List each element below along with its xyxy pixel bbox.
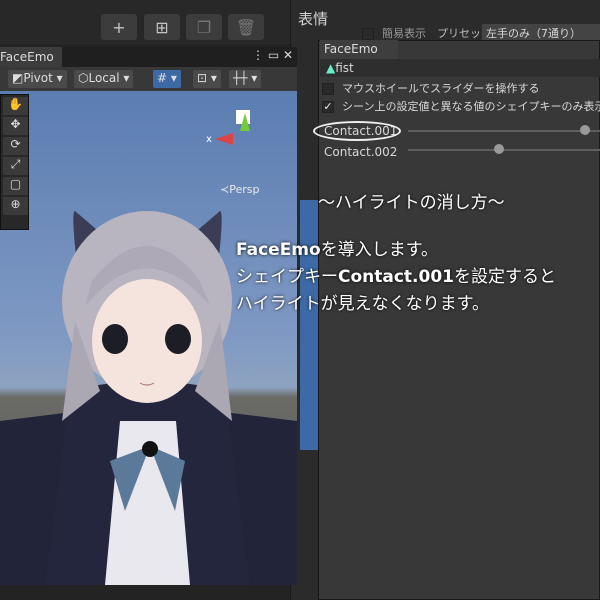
trash-icon: 🗑 bbox=[235, 17, 257, 37]
caption-line2: シェイプキーContact.001を設定すると bbox=[236, 267, 557, 287]
shapekey-slider[interactable] bbox=[408, 149, 600, 151]
ruler-icon: ┼┼ bbox=[233, 71, 248, 85]
simple-display-toggle[interactable]: 簡易表示 bbox=[362, 25, 426, 41]
tab-faceemo[interactable]: FaceEmo bbox=[0, 47, 62, 67]
new-file-button[interactable]: + bbox=[101, 14, 137, 40]
new-file-icon: + bbox=[112, 17, 126, 37]
option-mousewheel[interactable]: マウスホイールでスライダーを操作する bbox=[322, 80, 540, 96]
slider-knob[interactable] bbox=[494, 144, 504, 154]
move-tool[interactable]: ✥ bbox=[3, 117, 28, 135]
rotate-tool[interactable]: ⟳ bbox=[3, 137, 28, 155]
persp-label[interactable]: ≺Persp bbox=[220, 183, 259, 196]
caption-line3: ハイライトが見えなくなります。 bbox=[236, 294, 489, 314]
highlight-circle bbox=[313, 121, 401, 141]
scale-tool[interactable]: ⤢ bbox=[3, 157, 28, 175]
copy-button[interactable]: ❐ bbox=[186, 14, 222, 40]
snap-button[interactable]: ⊡ ▾ bbox=[193, 70, 221, 88]
popup-tab-faceemo[interactable]: FaceEmo bbox=[320, 40, 398, 59]
slider-knob[interactable] bbox=[580, 125, 590, 135]
new-folder-button[interactable]: ⊞ bbox=[144, 14, 180, 40]
magnet-icon: ⊡ bbox=[197, 71, 208, 85]
hand-tool[interactable]: ✋ bbox=[3, 97, 28, 115]
checkmark-icon: ✓ bbox=[322, 100, 334, 113]
grid-snap-button[interactable]: # ▾ bbox=[153, 70, 181, 88]
transform-tool[interactable]: ⊕ bbox=[3, 197, 28, 215]
local-dropdown[interactable]: ⬡Local ▾ bbox=[74, 70, 134, 88]
scene-viewport[interactable] bbox=[0, 91, 297, 585]
scene-tools: ✋ ✥ ⟳ ⤢ ▢ ⊕ bbox=[0, 94, 29, 230]
shapekey-slider[interactable] bbox=[408, 130, 600, 132]
copy-icon: ❐ bbox=[196, 17, 212, 37]
gizmo-x-label: x bbox=[206, 134, 212, 145]
pivot-dropdown[interactable]: ◩Pivot ▾ bbox=[8, 70, 67, 88]
inspector-title: 表情 bbox=[298, 10, 329, 28]
mode-fist[interactable]: ▲fist bbox=[320, 59, 600, 77]
caption-heading: ～ハイライトの消し方～ bbox=[318, 193, 505, 213]
shapekey-name: Contact.002 bbox=[324, 145, 398, 159]
avatar-character bbox=[0, 211, 297, 585]
option-show-different[interactable]: ✓ シーン上の設定値と異なる値のシェイプキーのみ表示 bbox=[322, 98, 600, 114]
gizmo-x-cone[interactable] bbox=[215, 133, 233, 145]
increment-snap-button[interactable]: ┼┼ ▾ bbox=[229, 70, 262, 88]
grid-icon: # bbox=[157, 71, 168, 85]
caption-line1: FaceEmoを導入します。 bbox=[236, 240, 439, 260]
rect-tool[interactable]: ▢ bbox=[3, 177, 28, 195]
delete-button[interactable]: 🗑 bbox=[228, 14, 264, 40]
window-menu-icons[interactable]: ⋮ ▭ ✕ bbox=[252, 48, 293, 62]
mode-icon: ▲ bbox=[326, 61, 336, 75]
new-folder-icon: ⊞ bbox=[155, 17, 169, 37]
gizmo-y-cone[interactable] bbox=[240, 113, 250, 131]
